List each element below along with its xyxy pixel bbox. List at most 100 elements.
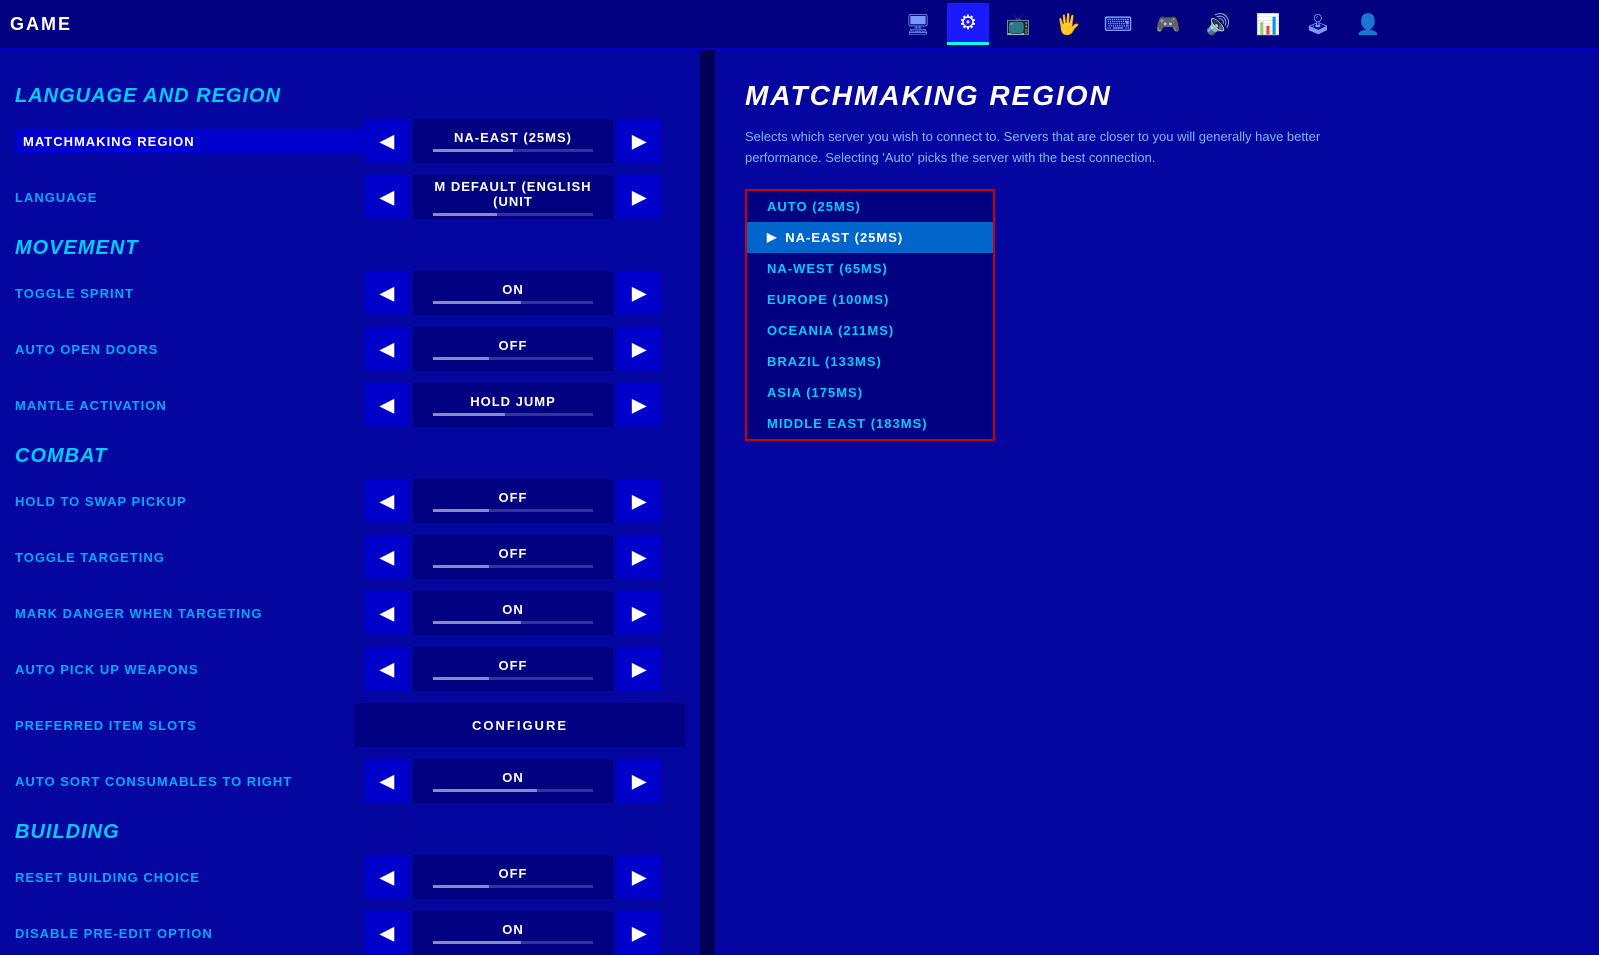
language-value: M DEFAULT (ENGLISH (UNIT: [413, 179, 613, 209]
panel-divider: [700, 50, 715, 955]
hold-swap-pickup-value-box: OFF: [413, 479, 613, 523]
language-left-btn[interactable]: ◀: [365, 175, 409, 219]
reset-building-choice-value: OFF: [499, 866, 528, 881]
keyboard-icon[interactable]: ⌨: [1097, 3, 1139, 45]
asia-option-label: ASIA (175MS): [767, 385, 863, 400]
hold-swap-pickup-value: OFF: [499, 490, 528, 505]
matchmaking-region-label: MATCHMAKING REGION: [15, 129, 365, 154]
hold-swap-pickup-right-btn[interactable]: ▶: [617, 479, 661, 523]
auto-sort-consumables-value-box: ON: [413, 759, 613, 803]
auto-open-doors-left-btn[interactable]: ◀: [365, 327, 409, 371]
dropdown-item-auto[interactable]: AUTO (25MS): [747, 191, 993, 222]
matchmaking-region-left-btn[interactable]: ◀: [365, 119, 409, 163]
hold-swap-pickup-label: HOLD TO SWAP PICKUP: [15, 494, 365, 509]
reset-building-choice-left-btn[interactable]: ◀: [365, 855, 409, 899]
language-right-btn[interactable]: ▶: [617, 175, 661, 219]
matchmaking-region-value-box: NA-EAST (25MS): [413, 119, 613, 163]
top-navigation: GAME 🖥 ⚙ 📺 🖐 ⌨ 🎮 🔊 📊 🕹 👤: [0, 0, 1599, 50]
left-panel: LANGUAGE AND REGION MATCHMAKING REGION ◀…: [0, 50, 700, 955]
na-east-arrow: ▶: [767, 230, 777, 244]
dropdown-item-na-west[interactable]: NA-WEST (65MS): [747, 253, 993, 284]
toggle-targeting-left-btn[interactable]: ◀: [365, 535, 409, 579]
dropdown-item-asia[interactable]: ASIA (175MS): [747, 377, 993, 408]
toggle-targeting-slider: [433, 565, 593, 568]
toggle-targeting-right-btn[interactable]: ▶: [617, 535, 661, 579]
toggle-targeting-value-box: OFF: [413, 535, 613, 579]
mark-danger-slider: [433, 621, 593, 624]
auto-sort-consumables-label: AUTO SORT CONSUMABLES TO RIGHT: [15, 774, 365, 789]
auto-pickup-weapons-value: OFF: [499, 658, 528, 673]
hud-icon[interactable]: 📊: [1247, 3, 1289, 45]
disable-pre-edit-left-btn[interactable]: ◀: [365, 911, 409, 955]
preferred-item-slots-label: PREFERRED ITEM SLOTS: [15, 718, 355, 733]
dropdown-item-na-east[interactable]: ▶ NA-EAST (25MS): [747, 222, 993, 253]
reset-building-choice-slider: [433, 885, 593, 888]
preferred-item-slots-row: PREFERRED ITEM SLOTS CONFIGURE: [15, 700, 685, 750]
section-movement: MOVEMENT: [15, 237, 685, 260]
mantle-activation-label: MANTLE ACTIVATION: [15, 398, 365, 413]
auto-pickup-weapons-left-btn[interactable]: ◀: [365, 647, 409, 691]
language-row: LANGUAGE ◀ M DEFAULT (ENGLISH (UNIT ▶: [15, 172, 685, 222]
dropdown-item-middle-east[interactable]: MIDDLE EAST (183MS): [747, 408, 993, 439]
auto-pickup-weapons-control: ◀ OFF ▶: [365, 647, 661, 691]
auto-pickup-weapons-right-btn[interactable]: ▶: [617, 647, 661, 691]
disable-pre-edit-right-btn[interactable]: ▶: [617, 911, 661, 955]
auto-open-doors-right-btn[interactable]: ▶: [617, 327, 661, 371]
mark-danger-left-btn[interactable]: ◀: [365, 591, 409, 635]
toggle-targeting-value: OFF: [499, 546, 528, 561]
brazil-option-label: BRAZIL (133MS): [767, 354, 882, 369]
auto-sort-consumables-value: ON: [502, 770, 524, 785]
gamepad-icon[interactable]: 🕹: [1297, 3, 1339, 45]
language-label: LANGUAGE: [15, 190, 365, 205]
controller-icon[interactable]: 🎮: [1147, 3, 1189, 45]
auto-pickup-weapons-value-box: OFF: [413, 647, 613, 691]
reset-building-choice-right-btn[interactable]: ▶: [617, 855, 661, 899]
auto-sort-consumables-left-btn[interactable]: ◀: [365, 759, 409, 803]
dropdown-item-brazil[interactable]: BRAZIL (133MS): [747, 346, 993, 377]
toggle-sprint-control: ◀ ON ▶: [365, 271, 661, 315]
preferred-item-slots-control: CONFIGURE: [355, 703, 685, 747]
right-panel: MATCHMAKING REGION Selects which server …: [715, 50, 1599, 955]
toggle-sprint-label: TOGGLE SPRINT: [15, 286, 365, 301]
auto-open-doors-row: AUTO OPEN DOORS ◀ OFF ▶: [15, 324, 685, 374]
dropdown-item-oceania[interactable]: OCEANIA (211MS): [747, 315, 993, 346]
mark-danger-right-btn[interactable]: ▶: [617, 591, 661, 635]
europe-option-label: EUROPE (100MS): [767, 292, 889, 307]
auto-option-label: AUTO (25MS): [767, 199, 861, 214]
toggle-sprint-right-btn[interactable]: ▶: [617, 271, 661, 315]
toggle-sprint-left-btn[interactable]: ◀: [365, 271, 409, 315]
dropdown-item-europe[interactable]: EUROPE (100MS): [747, 284, 993, 315]
auto-sort-consumables-right-btn[interactable]: ▶: [617, 759, 661, 803]
toggle-sprint-value: ON: [502, 282, 524, 297]
disable-pre-edit-value-box: ON: [413, 911, 613, 955]
right-panel-description: Selects which server you wish to connect…: [745, 127, 1365, 169]
disable-pre-edit-row: DISABLE PRE-EDIT OPTION ◀ ON ▶: [15, 908, 685, 955]
gear-icon[interactable]: ⚙: [947, 3, 989, 45]
mark-danger-row: MARK DANGER WHEN TARGETING ◀ ON ▶: [15, 588, 685, 638]
oceania-option-label: OCEANIA (211MS): [767, 323, 894, 338]
user-icon[interactable]: 👤: [1347, 3, 1389, 45]
mantle-activation-row: MANTLE ACTIVATION ◀ HOLD JUMP ▶: [15, 380, 685, 430]
sound-icon[interactable]: 🔊: [1197, 3, 1239, 45]
display-icon[interactable]: 📺: [997, 3, 1039, 45]
hold-swap-pickup-left-btn[interactable]: ◀: [365, 479, 409, 523]
hand-icon[interactable]: 🖐: [1047, 3, 1089, 45]
reset-building-choice-label: RESET BUILDING CHOICE: [15, 870, 365, 885]
main-container: LANGUAGE AND REGION MATCHMAKING REGION ◀…: [0, 50, 1599, 955]
mark-danger-value: ON: [502, 602, 524, 617]
mark-danger-value-box: ON: [413, 591, 613, 635]
mantle-activation-right-btn[interactable]: ▶: [617, 383, 661, 427]
monitor-icon[interactable]: 🖥: [897, 3, 939, 45]
matchmaking-region-right-btn[interactable]: ▶: [617, 119, 661, 163]
toggle-sprint-value-box: ON: [413, 271, 613, 315]
disable-pre-edit-value: ON: [502, 922, 524, 937]
disable-pre-edit-slider: [433, 941, 593, 944]
language-value-box: M DEFAULT (ENGLISH (UNIT: [413, 175, 613, 219]
reset-building-choice-control: ◀ OFF ▶: [365, 855, 661, 899]
auto-open-doors-label: AUTO OPEN DOORS: [15, 342, 365, 357]
mantle-activation-left-btn[interactable]: ◀: [365, 383, 409, 427]
toggle-targeting-control: ◀ OFF ▶: [365, 535, 661, 579]
auto-pickup-weapons-slider: [433, 677, 593, 680]
mantle-activation-slider: [433, 413, 593, 416]
configure-button[interactable]: CONFIGURE: [355, 703, 685, 747]
